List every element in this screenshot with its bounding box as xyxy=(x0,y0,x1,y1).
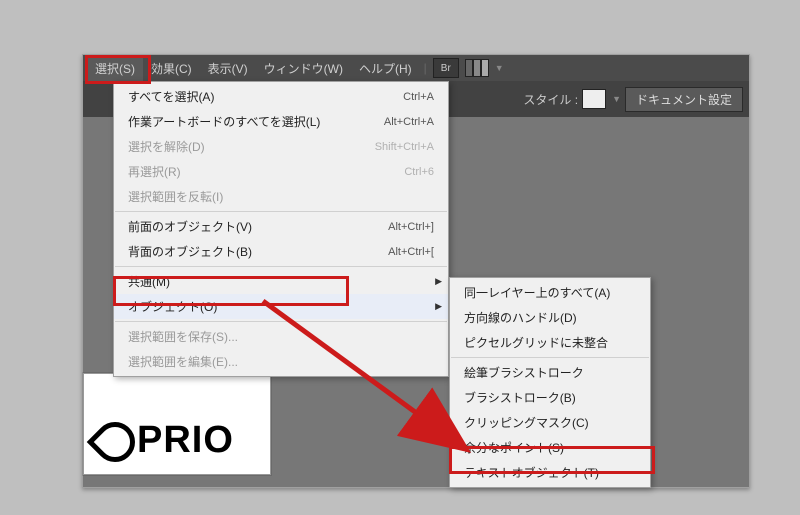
screen-mode-toggle[interactable] xyxy=(465,59,489,77)
menu-same[interactable]: 共通(M)▶ xyxy=(114,269,448,294)
logo-glyph-icon xyxy=(87,414,144,471)
menu-next-above[interactable]: 前面のオブジェクト(V)Alt+Ctrl+] xyxy=(114,214,448,239)
submenu-arrow-icon: ▶ xyxy=(435,301,442,312)
document-setup-button[interactable]: ドキュメント設定 xyxy=(625,87,743,112)
menu-divider xyxy=(451,357,649,358)
style-swatch[interactable] xyxy=(582,89,606,109)
menu-select[interactable]: 選択(S) xyxy=(87,56,143,81)
menu-help[interactable]: ヘルプ(H) xyxy=(351,56,420,81)
menu-divider xyxy=(115,266,447,267)
menu-effect[interactable]: 効果(C) xyxy=(143,56,200,81)
submenu-stray-points[interactable]: 余分なポイント(S) xyxy=(450,435,650,460)
chevron-down-icon: ▼ xyxy=(612,94,621,104)
bridge-button[interactable]: Br xyxy=(433,58,459,78)
menu-divider xyxy=(115,321,447,322)
menu-reselect: 再選択(R)Ctrl+6 xyxy=(114,159,448,184)
menubar: 選択(S) 効果(C) 表示(V) ウィンドウ(W) ヘルプ(H) | Br ▼ xyxy=(83,55,749,81)
submenu-same-layer[interactable]: 同一レイヤー上のすべて(A) xyxy=(450,280,650,305)
object-submenu: 同一レイヤー上のすべて(A) 方向線のハンドル(D) ピクセルグリッドに未整合 … xyxy=(449,277,651,488)
submenu-text-objects[interactable]: テキストオブジェクト(T) xyxy=(450,460,650,485)
menu-edit-selection: 選択範囲を編集(E)... xyxy=(114,349,448,374)
style-label: スタイル : xyxy=(523,91,578,108)
menu-all-artboard[interactable]: 作業アートボードのすべてを選択(L)Alt+Ctrl+A xyxy=(114,109,448,134)
submenu-direction-handles[interactable]: 方向線のハンドル(D) xyxy=(450,305,650,330)
menubar-separator: | xyxy=(424,61,427,75)
select-menu-dropdown: すべてを選択(A)Ctrl+A 作業アートボードのすべてを選択(L)Alt+Ct… xyxy=(113,81,449,377)
app-window: 選択(S) 効果(C) 表示(V) ウィンドウ(W) ヘルプ(H) | Br ▼… xyxy=(82,54,750,488)
submenu-clipping-mask[interactable]: クリッピングマスク(C) xyxy=(450,410,650,435)
menu-next-below[interactable]: 背面のオブジェクト(B)Alt+Ctrl+[ xyxy=(114,239,448,264)
menu-save-selection: 選択範囲を保存(S)... xyxy=(114,324,448,349)
submenu-bristle-brush[interactable]: 絵筆ブラシストローク xyxy=(450,360,650,385)
menu-inverse: 選択範囲を反転(I) xyxy=(114,184,448,209)
menu-deselect: 選択を解除(D)Shift+Ctrl+A xyxy=(114,134,448,159)
menu-all[interactable]: すべてを選択(A)Ctrl+A xyxy=(114,84,448,109)
placed-text-object[interactable]: PRIO xyxy=(95,419,234,462)
menu-view[interactable]: 表示(V) xyxy=(200,56,256,81)
chevron-down-icon: ▼ xyxy=(495,63,504,73)
menu-object[interactable]: オブジェクト(O)▶ xyxy=(114,294,448,319)
menu-divider xyxy=(115,211,447,212)
submenu-arrow-icon: ▶ xyxy=(435,276,442,287)
submenu-pixel-grid[interactable]: ピクセルグリッドに未整合 xyxy=(450,330,650,355)
submenu-brush-stroke[interactable]: ブラシストローク(B) xyxy=(450,385,650,410)
menu-window[interactable]: ウィンドウ(W) xyxy=(256,56,351,81)
